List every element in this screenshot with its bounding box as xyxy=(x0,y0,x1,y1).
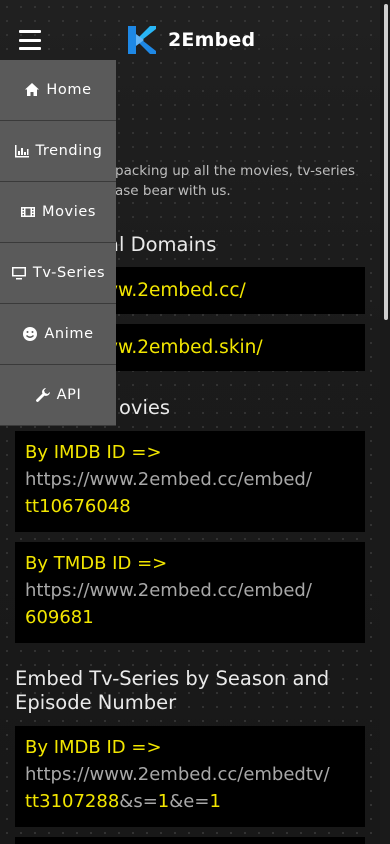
movie-imdb-box: By IMDB ID => https://www.2embed.cc/embe… xyxy=(15,431,365,532)
tv-season-param: &s= xyxy=(119,791,158,812)
menu-label-trending: Trending xyxy=(35,143,103,159)
wrench-icon xyxy=(35,388,50,402)
movies-title: ovies xyxy=(119,396,171,419)
brand-name: 2Embed xyxy=(168,29,256,51)
menu-item-movies[interactable]: Movies xyxy=(0,182,116,243)
movie-imdb-id[interactable]: tt10676048 xyxy=(25,496,131,517)
tv-icon xyxy=(11,267,26,280)
movie-tmdb-id[interactable]: 609681 xyxy=(25,607,94,628)
movie-tmdb-url[interactable]: https://www.2embed.cc/embed/ xyxy=(25,580,312,601)
menu-item-anime[interactable]: Anime xyxy=(0,304,116,365)
side-menu: Home Trending Movies Tv-Series Anime API xyxy=(0,60,116,426)
movie-tmdb-box: By TMDB ID => https://www.2embed.cc/embe… xyxy=(15,542,365,643)
smile-icon xyxy=(23,327,38,341)
logo[interactable]: 2Embed xyxy=(128,26,255,54)
menu-item-trending[interactable]: Trending xyxy=(0,121,116,182)
movie-imdb-label: By IMDB ID => xyxy=(25,442,162,463)
menu-label-tv-series: Tv-Series xyxy=(32,265,106,281)
film-icon xyxy=(20,207,35,217)
tv-season-value: 1 xyxy=(157,791,170,812)
menu-item-home[interactable]: Home xyxy=(0,60,116,121)
tv-tmdb-box-partial xyxy=(15,837,365,844)
menu-item-api[interactable]: API xyxy=(0,365,116,426)
hamburger-icon[interactable] xyxy=(19,30,41,50)
tv-episode-param: &e= xyxy=(169,791,210,812)
domains-title: al Domains xyxy=(107,233,217,256)
tv-imdb-id[interactable]: tt3107288 xyxy=(25,791,119,812)
scrollbar-thumb[interactable] xyxy=(384,4,388,320)
scrollbar[interactable] xyxy=(380,0,390,844)
menu-label-movies: Movies xyxy=(41,204,97,220)
menu-label-api: API xyxy=(56,387,82,403)
tv-imdb-box: By IMDB ID => https://www.2embed.cc/embe… xyxy=(15,726,365,827)
movie-tmdb-label: By TMDB ID => xyxy=(25,553,168,574)
k-logo-icon xyxy=(128,26,156,54)
bar-chart-icon xyxy=(14,145,29,158)
tv-title: Embed Tv-Series by Season and Episode Nu… xyxy=(15,667,330,714)
tv-imdb-label: By IMDB ID => xyxy=(25,737,162,758)
menu-item-tv-series[interactable]: Tv-Series xyxy=(0,243,116,304)
tv-episode-value: 1 xyxy=(209,791,221,812)
tv-imdb-url[interactable]: https://www.2embed.cc/embedtv/ xyxy=(25,764,330,785)
home-icon xyxy=(25,83,40,96)
menu-label-anime: Anime xyxy=(44,326,94,342)
menu-label-home: Home xyxy=(46,82,92,98)
movie-imdb-url[interactable]: https://www.2embed.cc/embed/ xyxy=(25,469,312,490)
